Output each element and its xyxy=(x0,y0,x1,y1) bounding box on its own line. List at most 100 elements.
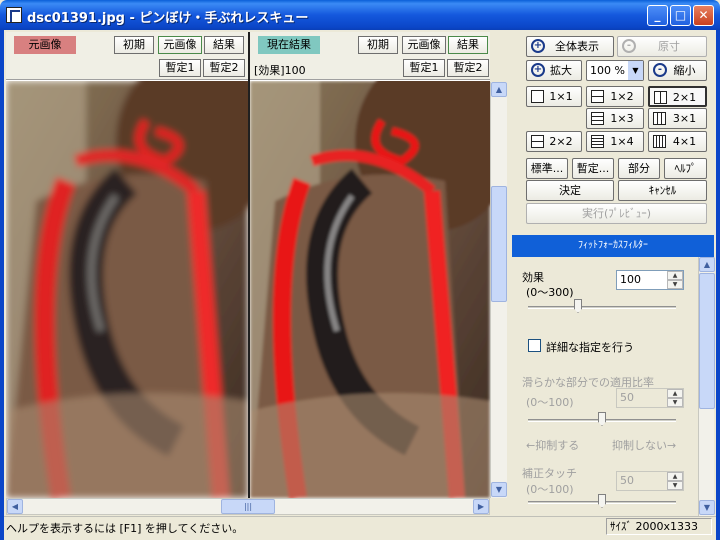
cup-photo-original xyxy=(6,81,248,498)
chevron-down-icon[interactable]: ▼ xyxy=(628,61,643,80)
layout-rows-icon xyxy=(591,90,604,103)
left-reset-button[interactable]: 初期 xyxy=(114,36,154,54)
original-size-button[interactable]: - 原寸 xyxy=(617,36,707,57)
smooth-slider-thumb[interactable] xyxy=(598,412,606,426)
layout-2x1-button[interactable]: 2×1 xyxy=(648,86,707,107)
layout-2x2-button[interactable]: 2×2 xyxy=(526,131,582,152)
horizontal-scrollbar[interactable]: ◀ ||| ▶ xyxy=(6,498,490,515)
right-temp1-button[interactable]: 暫定1 xyxy=(403,59,445,77)
control-panel: + 全体表示 - 原寸 + 拡大 100 % ▼ - 縮小 1×1 1×2 2×… xyxy=(512,32,715,516)
effect-range-label: (0〜300) xyxy=(526,286,574,299)
left-temp1-button[interactable]: 暫定1 xyxy=(159,59,201,77)
spin-down-icon[interactable]: ▼ xyxy=(667,280,683,289)
fit-all-button[interactable]: + 全体表示 xyxy=(526,36,614,57)
effect-label: 効果 xyxy=(522,271,544,284)
smooth-value-input[interactable]: 50 ▲ ▼ xyxy=(616,388,684,408)
layout-1x2-button[interactable]: 1×2 xyxy=(586,86,644,107)
spin-down-icon[interactable]: ▼ xyxy=(667,398,683,407)
left-result-button[interactable]: 結果 xyxy=(204,36,244,54)
layout-three-rows-icon xyxy=(591,112,604,125)
spin-down-icon[interactable]: ▼ xyxy=(667,481,683,490)
cancel-button[interactable]: ｷｬﾝｾﾙ xyxy=(618,180,707,201)
minimize-button[interactable]: _ xyxy=(647,5,668,26)
close-button[interactable]: ✕ xyxy=(693,5,714,26)
layout-three-columns-icon xyxy=(653,112,666,125)
spin-up-icon[interactable]: ▲ xyxy=(667,472,683,481)
scroll-down-icon[interactable]: ▼ xyxy=(699,500,715,515)
vertical-scroll-thumb[interactable] xyxy=(491,186,507,302)
original-image-pane: 元画像 初期 元画像 結果 暫定1 暫定2 xyxy=(6,32,248,498)
effect-value-input[interactable]: 100 ▲ ▼ xyxy=(616,270,684,290)
suppress-label: ←抑制する xyxy=(526,439,580,452)
execute-preview-button[interactable]: 実行(ﾌﾟﾚﾋﾞｭｰ) xyxy=(526,203,707,224)
spin-up-icon[interactable]: ▲ xyxy=(667,271,683,280)
layout-3x1-button[interactable]: 3×1 xyxy=(648,108,707,129)
filter-panel-scrollbar[interactable]: ▲ ▼ xyxy=(698,257,715,516)
maximize-button[interactable]: □ xyxy=(670,5,691,26)
cup-photo-result xyxy=(250,81,490,498)
touch-range-label: (0〜100) xyxy=(526,483,574,496)
window-frame-right xyxy=(716,30,720,540)
layout-single-icon xyxy=(531,90,544,103)
left-temp2-button[interactable]: 暫定2 xyxy=(203,59,245,77)
temp-save-button[interactable]: 暫定... xyxy=(572,158,614,179)
layout-four-columns-icon xyxy=(653,135,666,148)
right-result-button[interactable]: 結果 xyxy=(448,36,488,54)
partial-button[interactable]: 部分 xyxy=(618,158,660,179)
effect-slider-thumb[interactable] xyxy=(574,299,582,313)
original-pane-header: 元画像 初期 元画像 結果 暫定1 暫定2 xyxy=(6,32,248,80)
spin-up-icon[interactable]: ▲ xyxy=(667,389,683,398)
status-help-text: ヘルプを表示するには [F1] を押してください。 xyxy=(6,522,244,535)
filter-scroll-thumb[interactable] xyxy=(699,273,715,409)
standard-button[interactable]: 標準... xyxy=(526,158,568,179)
window-title: dsc01391.jpg - ピンぼけ・手ぶれレスキュー xyxy=(27,11,309,26)
current-result-tag: 現在結果 xyxy=(258,36,320,54)
smooth-range-label: (0〜100) xyxy=(526,396,574,409)
layout-1x3-button[interactable]: 1×3 xyxy=(586,108,644,129)
layout-1x4-button[interactable]: 1×4 xyxy=(586,131,644,152)
right-temp2-button[interactable]: 暫定2 xyxy=(447,59,489,77)
left-original-button[interactable]: 元画像 xyxy=(158,36,202,54)
filter-settings-panel: 効果 (0〜300) 100 ▲ ▼ 詳細な指定を行う 滑らかな部分での適用比率… xyxy=(512,257,714,516)
scroll-up-icon[interactable]: ▲ xyxy=(491,82,507,97)
result-pane-header: 現在結果 初期 元画像 結果 [効果]100 暫定1 暫定2 xyxy=(250,32,490,80)
layout-1x1-button[interactable]: 1×1 xyxy=(526,86,582,107)
result-info-label: [効果]100 xyxy=(254,64,306,77)
filter-name-bar: ﾌｨｯﾄﾌｫｰｶｽﾌｨﾙﾀｰ xyxy=(512,235,714,257)
app-icon[interactable] xyxy=(6,7,22,23)
status-bar: ヘルプを表示するには [F1] を押してください。 ｻｲｽﾞ 2000x1333 xyxy=(4,516,716,536)
zoom-level-select[interactable]: 100 % ▼ xyxy=(586,60,644,81)
zoom-in-icon: + xyxy=(531,63,545,77)
scroll-up-icon[interactable]: ▲ xyxy=(699,257,715,272)
layout-grid-icon xyxy=(531,135,544,148)
scroll-down-icon[interactable]: ▼ xyxy=(491,482,507,497)
correction-touch-label: 補正タッチ xyxy=(522,467,577,480)
layout-4x1-button[interactable]: 4×1 xyxy=(648,131,707,152)
detail-checkbox[interactable] xyxy=(528,339,541,352)
zoom-in-button[interactable]: + 拡大 xyxy=(526,60,582,81)
touch-value-input[interactable]: 50 ▲ ▼ xyxy=(616,471,684,491)
image-size-readout: ｻｲｽﾞ 2000x1333 xyxy=(606,518,712,535)
vertical-scrollbar[interactable]: ▲ ▼ xyxy=(490,82,507,498)
zoom-original-icon: - xyxy=(622,39,636,53)
zoom-out-icon: - xyxy=(653,63,667,77)
zoom-fit-icon: + xyxy=(531,39,545,53)
right-reset-button[interactable]: 初期 xyxy=(358,36,398,54)
detail-checkbox-label: 詳細な指定を行う xyxy=(546,341,634,354)
original-image-tag: 元画像 xyxy=(14,36,76,54)
original-photo[interactable] xyxy=(6,81,248,498)
effect-slider-track[interactable] xyxy=(528,306,676,309)
horizontal-scroll-thumb[interactable]: ||| xyxy=(221,499,275,514)
right-original-button[interactable]: 元画像 xyxy=(402,36,446,54)
touch-slider-thumb[interactable] xyxy=(598,494,606,508)
title-bar: dsc01391.jpg - ピンぼけ・手ぶれレスキュー _ □ ✕ xyxy=(0,0,720,30)
help-button[interactable]: ﾍﾙﾌﾟ xyxy=(664,158,707,179)
layout-four-rows-icon xyxy=(591,135,604,148)
result-photo[interactable] xyxy=(250,81,490,498)
no-suppress-label: 抑制しない→ xyxy=(612,439,677,452)
decide-button[interactable]: 決定 xyxy=(526,180,614,201)
scroll-left-icon[interactable]: ◀ xyxy=(7,499,23,514)
zoom-out-button[interactable]: - 縮小 xyxy=(648,60,707,81)
scroll-right-icon[interactable]: ▶ xyxy=(473,499,489,514)
result-image-pane: 現在結果 初期 元画像 結果 [効果]100 暫定1 暫定2 xyxy=(248,32,490,498)
